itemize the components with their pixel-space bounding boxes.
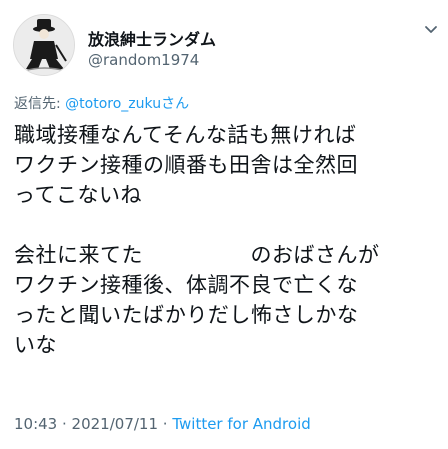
tweet-line: いな <box>14 333 57 357</box>
tweet-line: ったと聞いたばかりだし怖さしかな <box>14 303 359 327</box>
reply-mention-link[interactable]: @totoro_zuku <box>65 96 161 112</box>
tweet-line: ワクチン接種の順番も田舎は全然回 <box>14 153 358 177</box>
tweet-source-link[interactable]: Twitter for Android <box>172 415 310 433</box>
avatar-illustration-icon <box>14 15 74 75</box>
reply-prefix: 返信先: <box>14 96 66 112</box>
tweet-card: 放浪紳士ランダム @random1974 返信先: @totoro_zukuさん… <box>0 0 448 449</box>
tweet-line: ってこないね <box>14 183 142 207</box>
tweet-paragraph-1: 職域接種なんてそんな話も無ければ ワクチン接種の順番も田舎は全然回 ってこないね <box>14 120 444 210</box>
tweet-line: 会社に来てた のおばさんが <box>14 243 380 267</box>
reply-to-line: 返信先: @totoro_zukuさん <box>14 93 189 113</box>
tweet-time[interactable]: 10:43 <box>14 415 57 433</box>
tweet-line: 職域接種なんてそんな話も無ければ <box>14 123 357 147</box>
tweet-line: ワクチン接種後、体調不良で亡くな <box>14 273 358 297</box>
tweet-meta: 10:43 · 2021/07/11 · Twitter for Android <box>14 415 311 433</box>
meta-separator: · <box>57 415 72 433</box>
tweet-paragraph-2: 会社に来てた のおばさんが ワクチン接種後、体調不良で亡くな ったと聞いたばかり… <box>14 240 444 360</box>
tweet-date[interactable]: 2021/07/11 <box>72 415 158 433</box>
user-handle[interactable]: @random1974 <box>88 51 199 69</box>
meta-separator: · <box>158 415 173 433</box>
display-name[interactable]: 放浪紳士ランダム <box>88 26 216 50</box>
chevron-down-icon[interactable] <box>422 20 440 38</box>
reply-suffix: さん <box>161 96 190 112</box>
avatar[interactable] <box>13 14 75 76</box>
